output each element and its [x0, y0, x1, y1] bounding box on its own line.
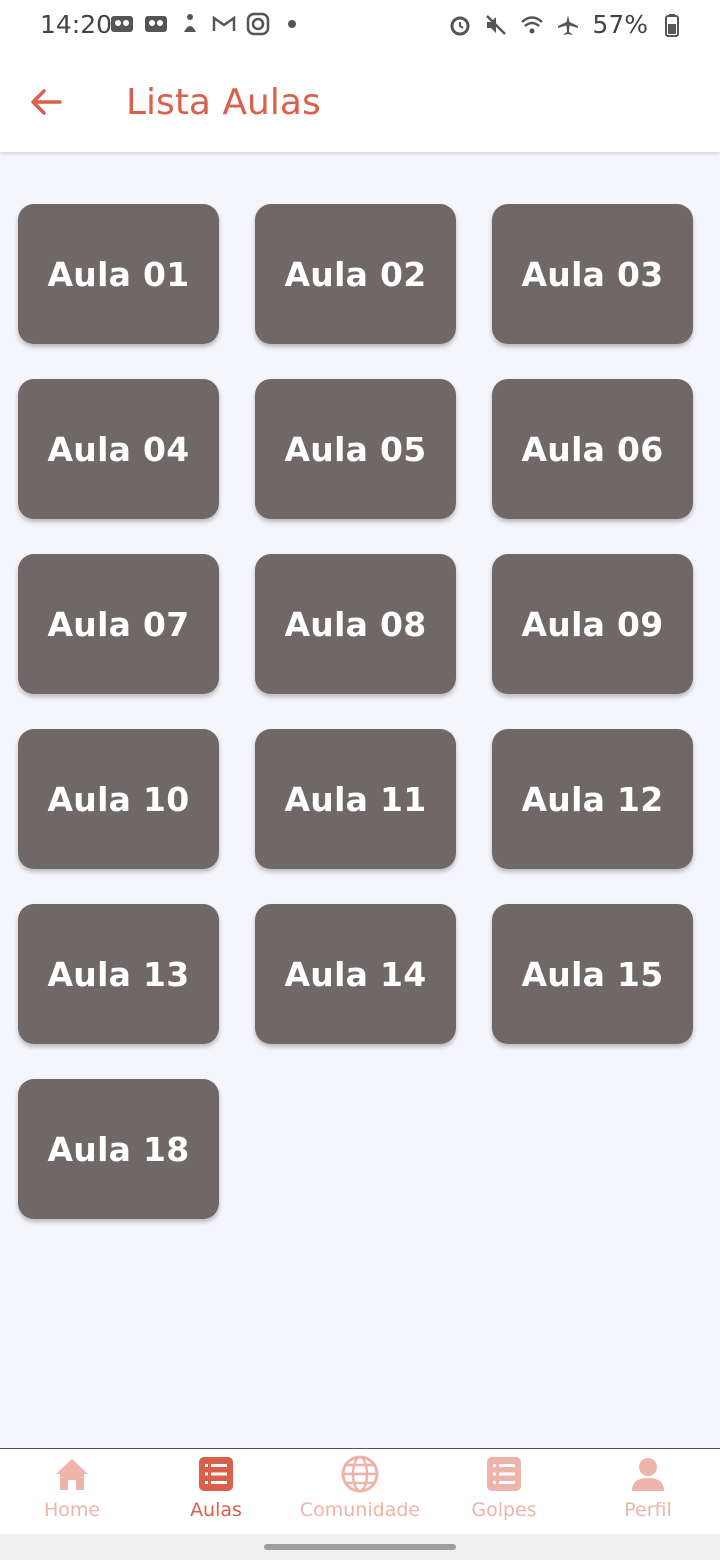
- page-title: Lista Aulas: [126, 82, 321, 123]
- more-notifications-icon: [288, 20, 296, 28]
- accessibility-icon: [184, 14, 196, 32]
- status-bar: 14:20 57%: [0, 0, 720, 52]
- lesson-label: Aula 18: [47, 1129, 190, 1169]
- lesson-card[interactable]: Aula 11: [255, 729, 456, 869]
- wifi-icon: [521, 15, 544, 33]
- lesson-card[interactable]: Aula 02: [255, 204, 456, 344]
- nav-label: Aulas: [190, 1499, 242, 1521]
- gmail-icon: [212, 15, 236, 31]
- battery-percent: 57%: [592, 10, 648, 39]
- lesson-card[interactable]: Aula 08: [255, 554, 456, 694]
- voicemail-icon: [111, 16, 133, 32]
- battery-icon: [665, 13, 679, 37]
- nav-label: Perfil: [624, 1499, 672, 1521]
- back-button[interactable]: [26, 82, 66, 122]
- lesson-label: Aula 04: [47, 429, 190, 469]
- list-icon: [487, 1457, 521, 1491]
- lesson-card[interactable]: Aula 15: [492, 904, 693, 1044]
- lesson-label: Aula 11: [284, 779, 427, 819]
- lessons-grid: Aula 01 Aula 02 Aula 03 Aula 04 Aula 05 …: [18, 204, 693, 1219]
- nav-label: Home: [43, 1499, 101, 1521]
- person-icon: [632, 1458, 664, 1491]
- mute-icon: [486, 14, 507, 35]
- alarm-icon: [450, 16, 470, 35]
- lesson-card[interactable]: Aula 13: [18, 904, 219, 1044]
- system-icons: 57%: [448, 10, 684, 39]
- notification-icons: [110, 12, 304, 36]
- lesson-card[interactable]: Aula 07: [18, 554, 219, 694]
- nav-label: Comunidade: [299, 1499, 421, 1521]
- lesson-label: Aula 15: [521, 954, 664, 994]
- lesson-card[interactable]: Aula 03: [492, 204, 693, 344]
- lesson-label: Aula 03: [521, 254, 664, 294]
- lesson-label: Aula 06: [521, 429, 664, 469]
- lesson-card[interactable]: Aula 04: [18, 379, 219, 519]
- lesson-card[interactable]: Aula 06: [492, 379, 693, 519]
- lesson-card[interactable]: Aula 14: [255, 904, 456, 1044]
- bottom-nav: Home Aulas Comunidade Golpes Perfil: [0, 1448, 720, 1535]
- lesson-label: Aula 12: [521, 779, 664, 819]
- lesson-label: Aula 07: [47, 604, 190, 644]
- nav-label: Golpes: [471, 1499, 537, 1521]
- lesson-label: Aula 01: [47, 254, 190, 294]
- nav-item-perfil[interactable]: Perfil: [576, 1449, 720, 1535]
- voicemail-icon: [145, 16, 167, 32]
- lesson-label: Aula 02: [284, 254, 427, 294]
- gesture-area: [0, 1534, 720, 1560]
- lesson-label: Aula 14: [284, 954, 427, 994]
- lesson-label: Aula 13: [47, 954, 190, 994]
- nav-item-home[interactable]: Home: [0, 1449, 144, 1535]
- arrow-left-icon: [31, 89, 62, 115]
- lesson-label: Aula 10: [47, 779, 190, 819]
- lesson-label: Aula 05: [284, 429, 427, 469]
- instagram-icon: [246, 12, 270, 36]
- home-icon: [56, 1459, 88, 1490]
- nav-item-comunidade[interactable]: Comunidade: [288, 1449, 432, 1535]
- lesson-card[interactable]: Aula 10: [18, 729, 219, 869]
- nav-item-golpes[interactable]: Golpes: [432, 1449, 576, 1535]
- airplane-icon: [558, 14, 579, 35]
- lesson-label: Aula 09: [521, 604, 664, 644]
- list-icon: [199, 1457, 233, 1491]
- lesson-card[interactable]: Aula 05: [255, 379, 456, 519]
- lesson-card[interactable]: Aula 12: [492, 729, 693, 869]
- app-bar: Lista Aulas: [0, 52, 720, 152]
- home-gesture-bar[interactable]: [264, 1544, 456, 1550]
- lesson-card[interactable]: Aula 09: [492, 554, 693, 694]
- lesson-card[interactable]: Aula 01: [18, 204, 219, 344]
- lesson-label: Aula 08: [284, 604, 427, 644]
- status-time: 14:20: [40, 10, 113, 39]
- globe-icon: [341, 1455, 379, 1493]
- lesson-card[interactable]: Aula 18: [18, 1079, 219, 1219]
- nav-item-aulas[interactable]: Aulas: [144, 1449, 288, 1535]
